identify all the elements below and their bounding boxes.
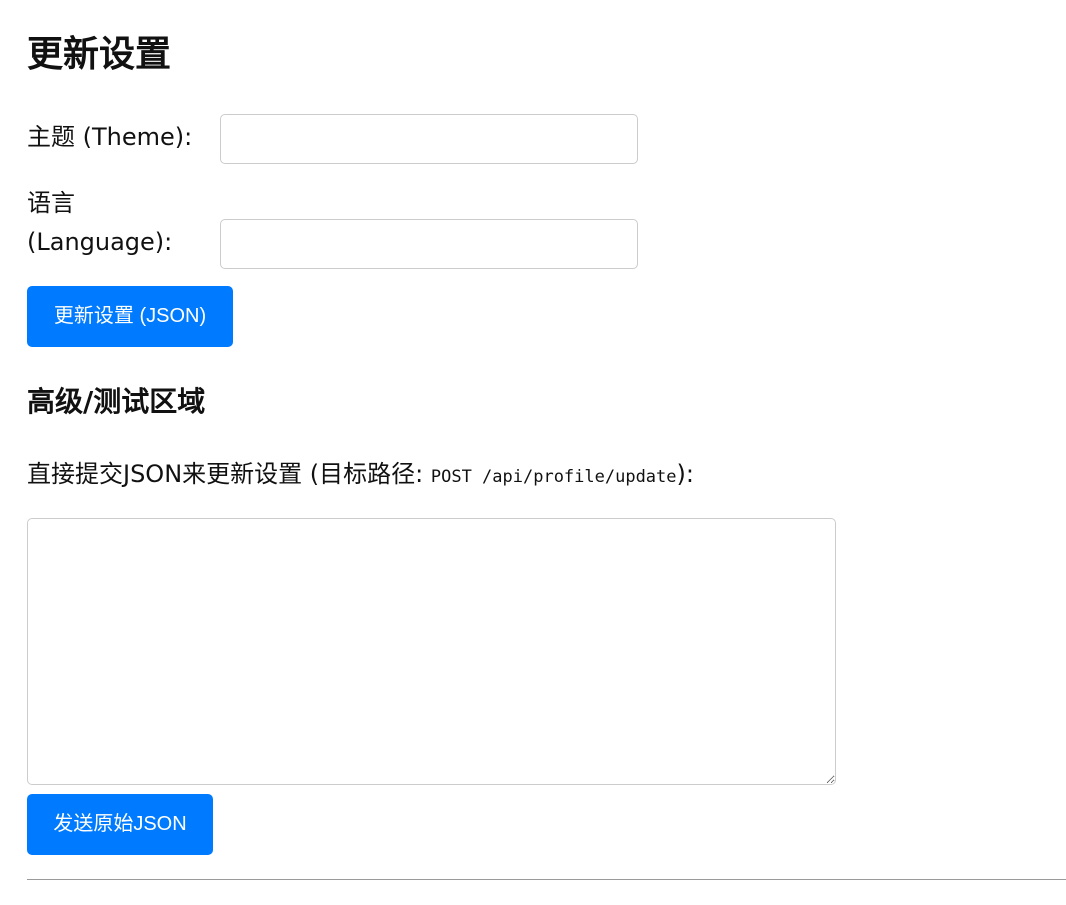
- settings-page: 更新设置 主题 (Theme): 语言 (Language): 更新设置 (JS…: [27, 0, 1066, 905]
- instructions-suffix: ):: [676, 460, 694, 488]
- raw-json-instructions: 直接提交JSON来更新设置 (目标路径: POST /api/profile/u…: [27, 456, 694, 495]
- language-input[interactable]: [220, 219, 638, 269]
- divider: [27, 879, 1066, 880]
- instructions-prefix: 直接提交JSON来更新设置 (目标路径:: [27, 460, 431, 488]
- page-title: 更新设置: [27, 34, 172, 75]
- theme-input[interactable]: [220, 114, 638, 164]
- send-raw-json-button[interactable]: 发送原始JSON: [27, 794, 213, 855]
- update-settings-button[interactable]: 更新设置 (JSON): [27, 286, 233, 347]
- advanced-section-title: 高级/测试区域: [27, 385, 206, 418]
- endpoint-code: POST /api/profile/update: [430, 467, 677, 487]
- raw-json-textarea[interactable]: [27, 518, 836, 785]
- theme-label: 主题 (Theme):: [27, 123, 193, 151]
- language-label: 语言 (Language):: [27, 189, 173, 256]
